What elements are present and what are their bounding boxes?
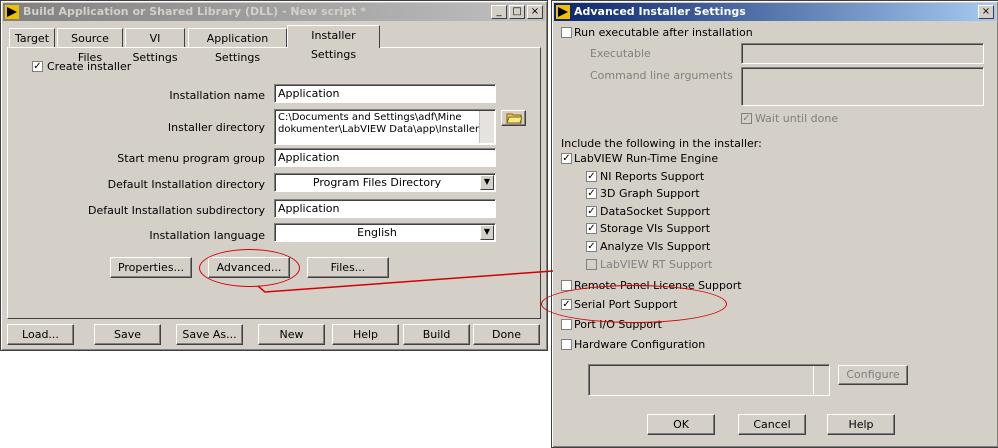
- tab-installer-settings[interactable]: Installer Settings: [287, 25, 380, 61]
- annotation-connector-line: [257, 270, 554, 293]
